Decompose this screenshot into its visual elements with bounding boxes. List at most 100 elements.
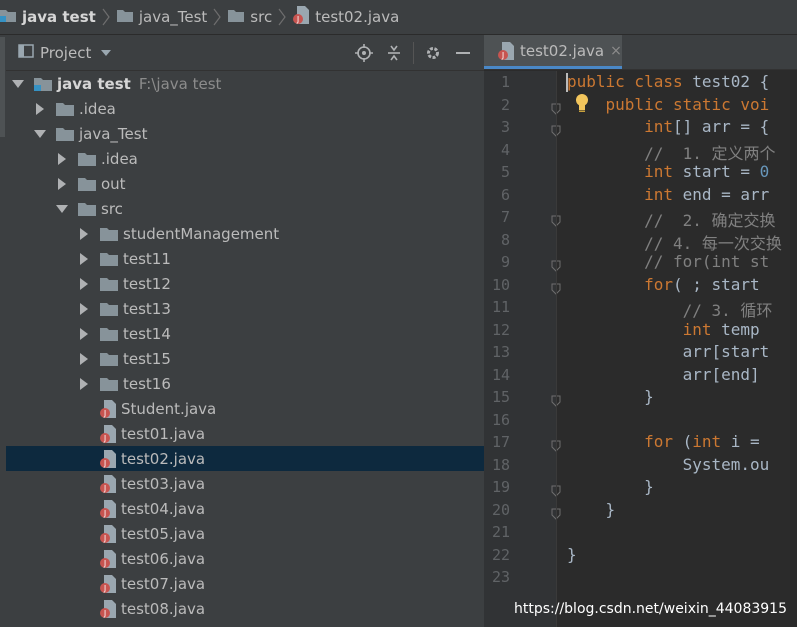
java-file-icon: J <box>100 474 116 493</box>
code-token: // 4. 每一次交换 <box>567 233 782 253</box>
tree-item-label: java test <box>57 74 131 93</box>
line-number: 6 <box>500 185 510 204</box>
code-line: for( ; start <box>567 275 769 297</box>
chevron-right-icon[interactable] <box>78 277 90 290</box>
project-path-hint: F:\java test <box>138 74 222 93</box>
tree-folder-item[interactable]: studentManagement <box>6 221 484 246</box>
project-tree: java test F:\java test .idea java_Test .idea… <box>6 71 484 621</box>
chevron-right-icon[interactable] <box>56 152 68 165</box>
line-number: 5 <box>500 163 510 181</box>
line-number-gutter[interactable]: 1 2 3 4 5 6 7 8 9 10 11 12 13 14 15 16 17 18 19 20 21 22 23 <box>484 71 561 627</box>
collapse-all-icon[interactable] <box>379 38 409 68</box>
tree-item-label: Student.java <box>121 399 217 418</box>
editor-tab-test02[interactable]: J test02.java × <box>484 35 622 69</box>
folder-icon <box>78 151 96 166</box>
tree-file-item[interactable]: Jtest03.java <box>6 471 484 496</box>
tree-folder-item[interactable]: java_Test <box>6 121 484 146</box>
folder-icon <box>116 8 133 26</box>
tree-item-label: test01.java <box>121 424 206 443</box>
tree-file-item[interactable]: J Student.java <box>6 396 484 421</box>
chevron-down-icon[interactable] <box>12 78 24 90</box>
code-token: } <box>567 387 654 406</box>
line-number: 3 <box>500 118 510 136</box>
chevron-right-icon[interactable] <box>78 252 90 265</box>
folder-icon <box>78 176 96 191</box>
svg-text:J: J <box>103 609 106 618</box>
tree-item-label: test15 <box>123 349 171 368</box>
gutter-divider <box>556 71 557 627</box>
chevron-right-icon[interactable] <box>78 377 90 390</box>
project-view-selector[interactable]: Project <box>18 43 112 63</box>
folder-icon <box>100 351 118 366</box>
tree-folder-item[interactable]: test11 <box>6 246 484 271</box>
code-line: for (int i = <box>567 432 769 454</box>
tree-folder-item[interactable]: src <box>6 196 484 221</box>
tree-file-item[interactable]: Jtest07.java <box>6 571 484 596</box>
chevron-down-icon[interactable] <box>34 128 46 140</box>
chevron-down-icon[interactable] <box>56 203 68 215</box>
code-line: // 3. 循环 <box>567 297 773 320</box>
tree-item-label: test06.java <box>121 549 206 568</box>
folder-icon <box>100 276 118 291</box>
tree-folder-item[interactable]: .idea <box>6 146 484 171</box>
line-number: 15 <box>491 388 510 406</box>
project-folder-icon <box>0 8 16 26</box>
chevron-right-icon[interactable] <box>56 177 68 190</box>
tree-folder-item[interactable]: test14 <box>6 321 484 346</box>
line-number: 1 <box>500 73 510 91</box>
tree-item-label: test02.java <box>121 449 206 468</box>
tree-file-item[interactable]: Jtest06.java <box>6 546 484 571</box>
chevron-right-icon[interactable] <box>78 302 90 315</box>
tree-file-item[interactable]: Jtest01.java <box>6 421 484 446</box>
tree-folder-item[interactable]: .idea <box>6 96 484 121</box>
java-file-icon: J <box>100 449 116 468</box>
code-line: System.ou <box>567 455 770 477</box>
tree-folder-item[interactable]: test13 <box>6 296 484 321</box>
gear-icon[interactable] <box>418 38 448 68</box>
chevron-right-icon[interactable] <box>78 227 90 240</box>
code-token: // 2. 确定交换 <box>567 211 776 230</box>
breadcrumb-file[interactable]: J test02.java <box>293 0 399 35</box>
tree-folder-item[interactable]: java test F:\java test <box>6 71 484 96</box>
project-strip-button[interactable] <box>0 37 5 137</box>
code-token: int <box>644 117 673 136</box>
breadcrumb-project[interactable]: java test <box>0 0 96 35</box>
breadcrumb-folder[interactable]: src <box>228 0 272 35</box>
folder-icon <box>228 8 245 26</box>
code-line: } <box>567 477 654 499</box>
editor-tab-bar: J test02.java × <box>484 35 797 70</box>
tree-file-item[interactable]: Jtest05.java <box>6 521 484 546</box>
tree-file-item[interactable]: Jtest02.java <box>6 446 484 471</box>
minimize-icon[interactable] <box>448 38 478 68</box>
tree-item-label: test05.java <box>121 524 206 543</box>
svg-text:J: J <box>103 484 106 493</box>
code-line: } <box>567 387 654 409</box>
code-token: // 1. 定义两个 <box>567 143 776 163</box>
java-file-icon: J <box>100 499 116 518</box>
code-token: temp <box>711 319 770 339</box>
locate-icon[interactable] <box>349 38 379 68</box>
watermark: https://blog.csdn.net/weixin_44083915 <box>513 601 787 617</box>
chevron-right-icon[interactable] <box>78 352 90 365</box>
breadcrumb: java test java_Test src J test02.java <box>0 0 797 35</box>
tree-folder-item[interactable]: test12 <box>6 271 484 296</box>
close-icon[interactable]: × <box>610 43 622 59</box>
tree-folder-item[interactable]: test16 <box>6 371 484 396</box>
line-number: 2 <box>500 95 510 114</box>
tree-file-item[interactable]: Jtest04.java <box>6 496 484 521</box>
folder-icon <box>56 101 74 116</box>
chevron-right-icon[interactable] <box>78 327 90 340</box>
svg-text:J: J <box>103 584 106 593</box>
java-file-icon: J <box>498 41 514 60</box>
tree-folder-item[interactable]: out <box>6 171 484 196</box>
code-token: // for(int st <box>567 252 770 271</box>
tree-folder-item[interactable]: test15 <box>6 346 484 371</box>
tree-item-label: src <box>101 199 123 218</box>
code-token: 0 <box>759 162 770 181</box>
tree-item-label: test07.java <box>121 574 206 593</box>
breadcrumb-module[interactable]: java_Test <box>116 0 207 35</box>
tree-file-item[interactable]: Jtest08.java <box>6 596 484 621</box>
chevron-right-icon[interactable] <box>34 102 46 115</box>
java-file-icon: J <box>100 399 116 418</box>
